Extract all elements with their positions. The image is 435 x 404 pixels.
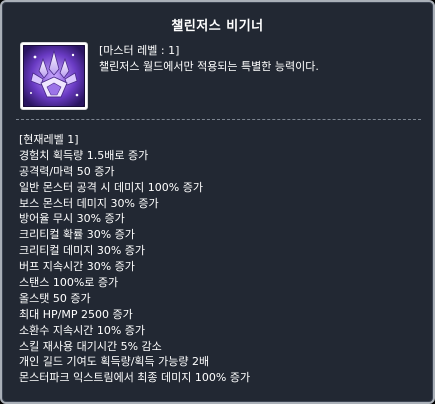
skill-tooltip: 챌린저스 비기너 [마스터 레벨: 1] 챌린저스 월드에서만 적용되는 특별… (0, 0, 435, 404)
effect-item: 몬스터파크 익스트림에서 최종 데미지 100% 증가 (19, 371, 251, 385)
effect-item: 일반 몬스터 공격 시 데미지 100% 증가 (19, 180, 203, 194)
effects-list: [현재레벨 1] 경험치 획득량 1.5배로 증가 공격력/마력 50 증가 일… (19, 132, 250, 386)
effect-item: 크리티컬 데미지 30% 증가 (19, 244, 146, 258)
effect-item: 스킬 재사용 대기시간 5% 감소 (19, 339, 162, 353)
effect-item: 소환수 지속시간 10% 증가 (19, 323, 146, 337)
skill-title: 챌린저스 비기너 (171, 19, 264, 34)
effect-item: 버프 지속시간 30% 증가 (19, 260, 135, 274)
effect-item: 스탠스 100%로 증가 (19, 276, 119, 290)
purple-crystal-emblem-icon (23, 45, 85, 107)
effect-item: 개인 길드 기여도 획득량/획득 가능량 2배 (19, 355, 210, 369)
divider (16, 119, 421, 121)
master-level-label: [마스터 레벨 : 1] (99, 44, 180, 57)
effect-item: 경험치 획득량 1.5배로 증가 (19, 148, 149, 162)
skill-description: 챌린저스 월드에서만 적용되는 특별한 능력이다. (99, 60, 319, 73)
effect-item: 최대 HP/MP 2500 증가 (19, 307, 133, 321)
current-level-heading: [현재레벨 1] (19, 133, 79, 146)
effect-item: 보스 몬스터 데미지 30% 증가 (19, 196, 159, 210)
skill-icon-frame (20, 42, 88, 110)
effect-item: 공격력/마력 50 증가 (19, 164, 115, 178)
effect-item: 올스탯 50 증가 (19, 291, 91, 305)
effect-item: 방어율 무시 30% 증가 (19, 212, 125, 226)
effect-item: 크리티컬 확률 30% 증가 (19, 228, 135, 242)
